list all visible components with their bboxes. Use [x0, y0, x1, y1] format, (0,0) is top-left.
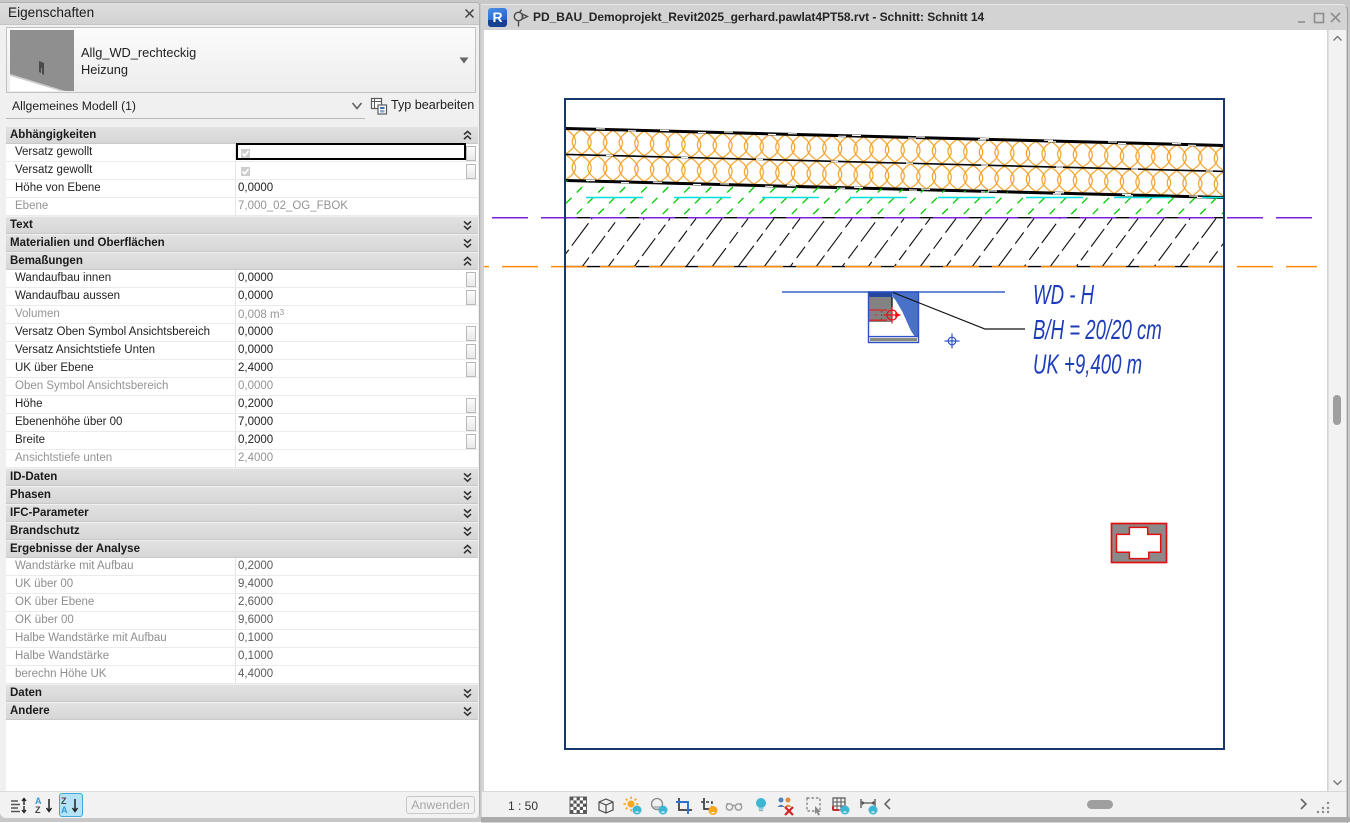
svg-text:Z: Z	[35, 805, 41, 815]
svg-text:A: A	[61, 805, 68, 815]
svg-text:UK +9,400 m: UK +9,400 m	[1033, 349, 1142, 381]
svg-text:B/H = 20/20 cm: B/H = 20/20 cm	[1033, 314, 1162, 346]
svg-text:WD - H: WD - H	[1033, 279, 1095, 311]
